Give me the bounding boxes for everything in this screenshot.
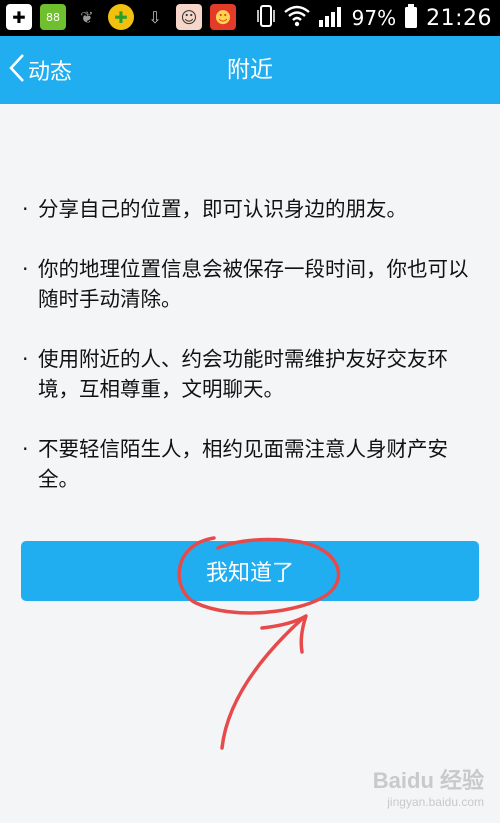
bullet: · [22,347,29,371]
cross-app-icon: ✚ [108,4,134,30]
tip-text: 不要轻信陌生人，相约见面需注意人身财产安全。 [38,437,448,491]
wifi-icon [283,5,310,31]
signal-icon [318,5,344,31]
nav-bar: 动态 附近 [0,36,500,104]
plus-icon: ✚ [6,4,32,30]
watermark-main: Baidu 经验 [372,768,484,793]
tip-text: 使用附近的人、约会功能时需维护友好交友环境，互相尊重，文明聊天。 [38,347,448,401]
bullet: · [22,437,29,461]
clock: 21:26 [426,5,492,31]
baidu-watermark: Baidu 经验 jingyan.baidu.com [373,763,484,809]
back-label: 动态 [28,60,73,85]
chevron-left-icon [8,53,26,87]
status-bar: ✚ 88 ❦ ✚ ⇩ ☺ ☻ 97% 21:26 [0,0,500,36]
watermark-sub: jingyan.baidu.com [387,795,484,809]
notification-icons: ✚ 88 ❦ ✚ ⇩ ☺ ☻ [6,4,236,30]
battery-percent: 97% [351,6,397,30]
tips-panel: · 分享自己的位置，即可认识身边的朋友。 · 你的地理位置信息会被保存一段时间，… [0,104,500,823]
tip-item: · 使用附近的人、约会功能时需维护友好交友环境，互相尊重，文明聊天。 [22,344,472,404]
vibrate-icon [256,4,276,32]
battery-icon [404,4,418,32]
i-got-it-button[interactable]: 我知道了 [21,541,479,601]
tip-item: · 分享自己的位置，即可认识身边的朋友。 [22,194,472,224]
avatar-girl-icon: ☺ [176,4,202,30]
system-status: 97% 21:26 [256,4,492,32]
tip-text: 你的地理位置信息会被保存一段时间，你也可以随时手动清除。 [38,257,469,311]
tip-item: · 你的地理位置信息会被保存一段时间，你也可以随时手动清除。 [22,254,472,314]
avatar-red-icon: ☻ [210,4,236,30]
tip-text: 分享自己的位置，即可认识身边的朋友。 [38,197,407,221]
tip-item: · 不要轻信陌生人，相约见面需注意人身财产安全。 [22,434,472,494]
download-icon: ⇩ [148,7,162,27]
page-title: 附近 [227,57,273,83]
back-button[interactable]: 动态 [8,48,72,92]
bullet: · [22,257,29,281]
battery-widget-icon: 88 [40,4,66,30]
bullet: · [22,197,29,221]
leaf-icon: ❦ [80,7,94,27]
